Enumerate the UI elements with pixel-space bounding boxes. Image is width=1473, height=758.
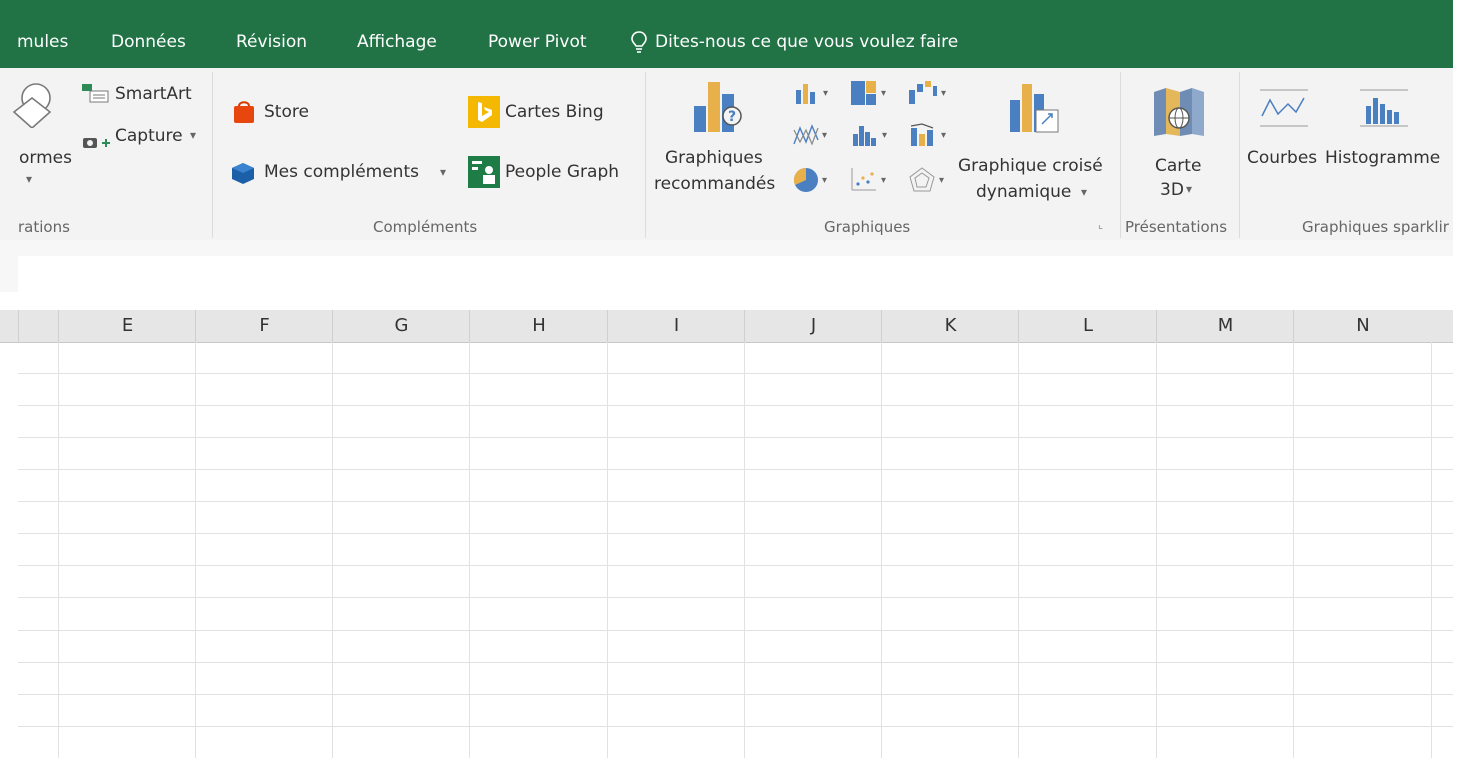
- svg-text:▾: ▾: [939, 175, 944, 186]
- chevron-down-icon: ▾: [1186, 182, 1193, 196]
- histogramme-label: Histogramme: [1325, 148, 1441, 168]
- column-header-e[interactable]: E: [58, 310, 196, 342]
- column-header-g[interactable]: G: [332, 310, 470, 342]
- svg-text:▾: ▾: [882, 130, 887, 141]
- grid-row-line: [18, 469, 1453, 470]
- grid-row-line: [18, 565, 1453, 566]
- svg-text:?: ?: [728, 109, 736, 125]
- courbes-label: Courbes: [1247, 148, 1318, 168]
- column-header-n[interactable]: N: [1293, 310, 1432, 342]
- grid-row-line: [18, 437, 1453, 438]
- tell-me-text: Dites-nous ce que vous voulez faire: [655, 32, 959, 52]
- column-header-k[interactable]: K: [881, 310, 1019, 342]
- smartart-icon: [82, 84, 109, 103]
- addins-icon: [232, 163, 254, 184]
- grid-row-line: [18, 694, 1453, 695]
- column-header-l[interactable]: L: [1018, 310, 1157, 342]
- treemap-chart-icon: ▾: [851, 81, 886, 105]
- recommended-label-2: recommandés: [654, 174, 776, 194]
- column-header-m[interactable]: M: [1156, 310, 1294, 342]
- svg-text:▾: ▾: [881, 175, 886, 186]
- group-separator: [1239, 72, 1240, 238]
- column-header-i[interactable]: I: [607, 310, 745, 342]
- store-icon: [234, 101, 254, 123]
- group-label-complements: Compléments: [373, 218, 478, 236]
- group-separator: [1120, 72, 1121, 238]
- recommended-charts-icon: ?: [694, 82, 742, 132]
- svg-text:▾: ▾: [823, 88, 828, 99]
- 3d-map-icon: [1154, 88, 1204, 136]
- tab-donnees[interactable]: Données: [111, 32, 186, 52]
- ribbon-tab-bar: mules Données Révision Affichage Power P…: [0, 0, 1453, 68]
- chevron-down-icon: ▾: [440, 165, 447, 179]
- grid-row-line: [18, 630, 1453, 631]
- svg-text:▾: ▾: [881, 88, 886, 99]
- pivot-label-1: Graphique croisé: [958, 156, 1103, 176]
- spreadsheet-grid[interactable]: E F G H I J K L M N: [0, 292, 1453, 758]
- lightbulb-icon: [631, 31, 647, 53]
- sparkline-line-icon: [1260, 89, 1308, 127]
- grid-row-line: [18, 501, 1453, 502]
- recommended-label-1: Graphiques: [665, 148, 763, 168]
- tab-revision[interactable]: Révision: [236, 32, 307, 52]
- column-chart-icon: ▾: [796, 84, 828, 104]
- column-header-j[interactable]: J: [744, 310, 882, 342]
- column-headers: E F G H I J K L M N: [0, 310, 1453, 343]
- store-label: Store: [264, 102, 309, 122]
- carte-label: Carte: [1155, 156, 1202, 176]
- people-graph-label: People Graph: [505, 162, 620, 182]
- tab-affichage[interactable]: Affichage: [357, 32, 437, 52]
- line-chart-icon: ▾: [793, 124, 827, 146]
- people-graph-icon: [468, 156, 500, 188]
- grid-row-line: [18, 533, 1453, 534]
- carte-3d-label: 3D: [1160, 180, 1184, 200]
- group-label-graphiques: Graphiques: [824, 218, 911, 236]
- sparkline-column-icon: [1360, 89, 1408, 127]
- column-header-f[interactable]: F: [195, 310, 333, 342]
- grid-row-line: [18, 597, 1453, 598]
- dialog-launcher-icon[interactable]: ⌞: [1098, 218, 1103, 231]
- svg-text:▾: ▾: [941, 130, 946, 141]
- chevron-down-icon: ▾: [1081, 185, 1088, 199]
- grid-row-line: [18, 662, 1453, 663]
- shapes-icon: [12, 83, 52, 128]
- combo-chart-icon: ▾: [910, 123, 946, 146]
- formula-bar-area: [0, 240, 1453, 292]
- column-header-partial[interactable]: [18, 310, 59, 342]
- pie-chart-icon: ▾: [793, 167, 827, 192]
- pivot-chart-icon: [1010, 84, 1059, 133]
- chevron-down-icon: ▾: [26, 172, 33, 186]
- group-separator: [645, 72, 646, 238]
- grid-row-line: [18, 373, 1453, 374]
- bing-icon: [468, 96, 500, 128]
- capture-label: Capture: [115, 126, 183, 146]
- group-label-illustrations: rations: [18, 218, 70, 236]
- formes-label: ormes: [19, 148, 72, 168]
- group-label-presentations: Présentations: [1125, 218, 1228, 236]
- grid-row-line: [18, 726, 1453, 727]
- chevron-down-icon: ▾: [190, 128, 197, 142]
- camera-icon: [83, 138, 110, 148]
- group-separator: [212, 72, 213, 238]
- mes-complements-label: Mes compléments: [264, 162, 419, 182]
- group-label-sparklines: Graphiques sparklir: [1302, 218, 1449, 236]
- ribbon: ormes ▾ SmartArt Capture ▾ rations Store: [0, 68, 1453, 241]
- histogram-chart-icon: ▾: [853, 126, 887, 146]
- tab-power-pivot[interactable]: Power Pivot: [488, 32, 587, 52]
- pivot-label-2: dynamique: [976, 182, 1072, 202]
- column-header-h[interactable]: H: [469, 310, 608, 342]
- radar-chart-icon: ▾: [909, 167, 944, 192]
- smartart-label: SmartArt: [115, 84, 192, 104]
- cartes-bing-label: Cartes Bing: [505, 102, 604, 122]
- formula-bar[interactable]: [18, 256, 1453, 292]
- svg-text:▾: ▾: [941, 88, 946, 99]
- svg-text:▾: ▾: [822, 130, 827, 141]
- waterfall-chart-icon: ▾: [909, 81, 946, 104]
- tab-formules[interactable]: mules: [17, 32, 68, 52]
- svg-text:▾: ▾: [822, 175, 827, 186]
- grid-row-line: [18, 405, 1453, 406]
- scatter-chart-icon: ▾: [851, 168, 886, 191]
